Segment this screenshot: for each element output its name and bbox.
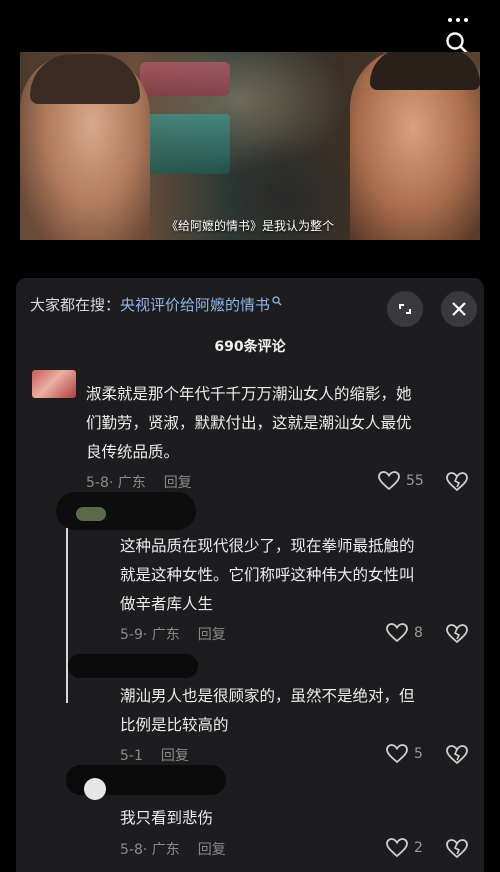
reply-button[interactable]: 回复 bbox=[164, 475, 192, 491]
video-player[interactable]: 《给阿嬷的情书》是我认为整个 bbox=[20, 52, 480, 240]
video-sign bbox=[140, 62, 230, 96]
reply-button[interactable]: 回复 bbox=[161, 748, 189, 764]
like-button[interactable]: 8 bbox=[386, 623, 423, 643]
video-person-right bbox=[350, 52, 480, 240]
reply-button[interactable]: 回复 bbox=[198, 842, 226, 858]
more-dots-icon[interactable] bbox=[444, 10, 474, 30]
avatar[interactable] bbox=[32, 370, 76, 398]
close-button[interactable] bbox=[441, 291, 477, 327]
video-subtitle: 《给阿嬷的情书》是我认为整个 bbox=[165, 219, 334, 233]
censored-avatar bbox=[76, 507, 106, 521]
heart-icon bbox=[386, 838, 408, 858]
comment-count: 690条评论 bbox=[214, 339, 286, 355]
like-button[interactable]: 2 bbox=[386, 838, 423, 858]
censored-username bbox=[68, 654, 198, 678]
expand-icon bbox=[399, 304, 411, 314]
comment-meta: 5-8· 广东 回复 bbox=[120, 842, 226, 858]
like-button[interactable]: 5 bbox=[386, 744, 423, 764]
expand-button[interactable] bbox=[387, 291, 423, 327]
comment-meta: 5-1 回复 bbox=[120, 748, 189, 764]
heart-icon bbox=[386, 623, 408, 643]
comment-panel: 大家都在搜：央视评价给阿嬷的情书 690条评论 淑柔就是那个年代千千万万潮汕女人… bbox=[16, 278, 484, 872]
video-person-left bbox=[20, 54, 150, 240]
top-bar bbox=[0, 0, 500, 55]
heart-icon bbox=[386, 744, 408, 764]
comment-meta: 5-9· 广东 回复 bbox=[120, 627, 226, 643]
search-suggestion-prefix: 大家都在搜： bbox=[30, 296, 121, 314]
censored-avatar bbox=[84, 778, 106, 800]
thread-line bbox=[66, 528, 68, 703]
comment-text: 这种品质在现代很少了，现在拳师最抵触的 就是这种女性。它们称呼这种伟大的女性叫 … bbox=[120, 537, 415, 613]
comment-text: 我只看到悲伤 bbox=[120, 809, 214, 827]
broken-heart-icon[interactable] bbox=[446, 744, 468, 766]
comment-meta: 5-8· 广东 回复 bbox=[86, 475, 192, 491]
broken-heart-icon[interactable] bbox=[446, 838, 468, 860]
heart-icon bbox=[378, 471, 400, 491]
search-small-icon bbox=[272, 296, 282, 306]
comment-text: 淑柔就是那个年代千千万万潮汕女人的缩影，她 们勤劳，贤淑，默默付出，这就是潮汕女… bbox=[86, 385, 412, 461]
broken-heart-icon[interactable] bbox=[446, 623, 468, 645]
reply-button[interactable]: 回复 bbox=[198, 627, 226, 643]
comment-text: 潮汕男人也是很顾家的，虽然不是绝对，但 比例是比较高的 bbox=[120, 687, 415, 734]
broken-heart-icon[interactable] bbox=[446, 471, 468, 493]
search-suggestion-link[interactable]: 央视评价给阿嬷的情书 bbox=[120, 296, 270, 314]
close-icon bbox=[452, 302, 466, 316]
like-button[interactable]: 55 bbox=[378, 471, 424, 491]
